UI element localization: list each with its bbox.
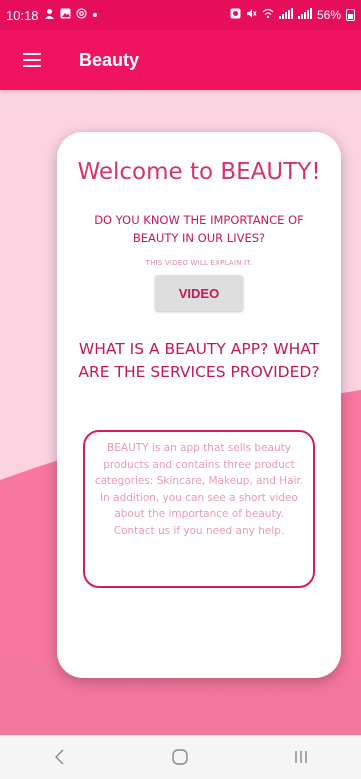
mute-icon (246, 8, 257, 22)
recents-icon[interactable] (281, 742, 321, 772)
app-bar: Beauty (0, 30, 361, 90)
description-text: BEAUTY is an app that sells beauty produ… (94, 442, 304, 520)
status-bar: 10:18 56% (0, 0, 361, 30)
person-icon (44, 8, 55, 22)
home-icon[interactable] (160, 742, 200, 772)
at-icon (75, 8, 87, 22)
signal-icon (297, 8, 312, 22)
status-time: 10:18 (6, 7, 39, 23)
welcome-card: Welcome to BEAUTY! DO YOU KNOW THE IMPOR… (57, 132, 341, 678)
video-button[interactable]: VIDEO (155, 275, 243, 311)
signal-icon (278, 8, 293, 22)
description-box: BEAUTY is an app that sells beauty produ… (83, 430, 315, 588)
contact-text: Contact us if you need any help. (113, 524, 285, 537)
video-hint: THIS VIDEO WILL EXPLAIN IT. (145, 259, 253, 267)
app-title: Beauty (79, 49, 140, 70)
dot-icon (92, 10, 98, 21)
content-area: Welcome to BEAUTY! DO YOU KNOW THE IMPOR… (0, 90, 361, 735)
hamburger-menu-icon[interactable] (23, 53, 41, 67)
importance-question: DO YOU KNOW THE IMPORTANCE OF BEAUTY IN … (94, 213, 304, 245)
back-icon[interactable] (40, 742, 80, 772)
status-left: 10:18 (6, 8, 98, 23)
welcome-title: Welcome to BEAUTY! (77, 159, 321, 185)
services-title: WHAT IS A BEAUTY APP? WHAT ARE THE SERVI… (78, 340, 320, 381)
image-icon (60, 8, 71, 22)
status-right: 56% (230, 8, 355, 22)
battery-level: 56% (316, 8, 341, 22)
battery-icon (346, 9, 355, 21)
navigation-bar (0, 735, 361, 779)
wifi-icon (262, 8, 274, 22)
alarm-icon (230, 8, 241, 22)
